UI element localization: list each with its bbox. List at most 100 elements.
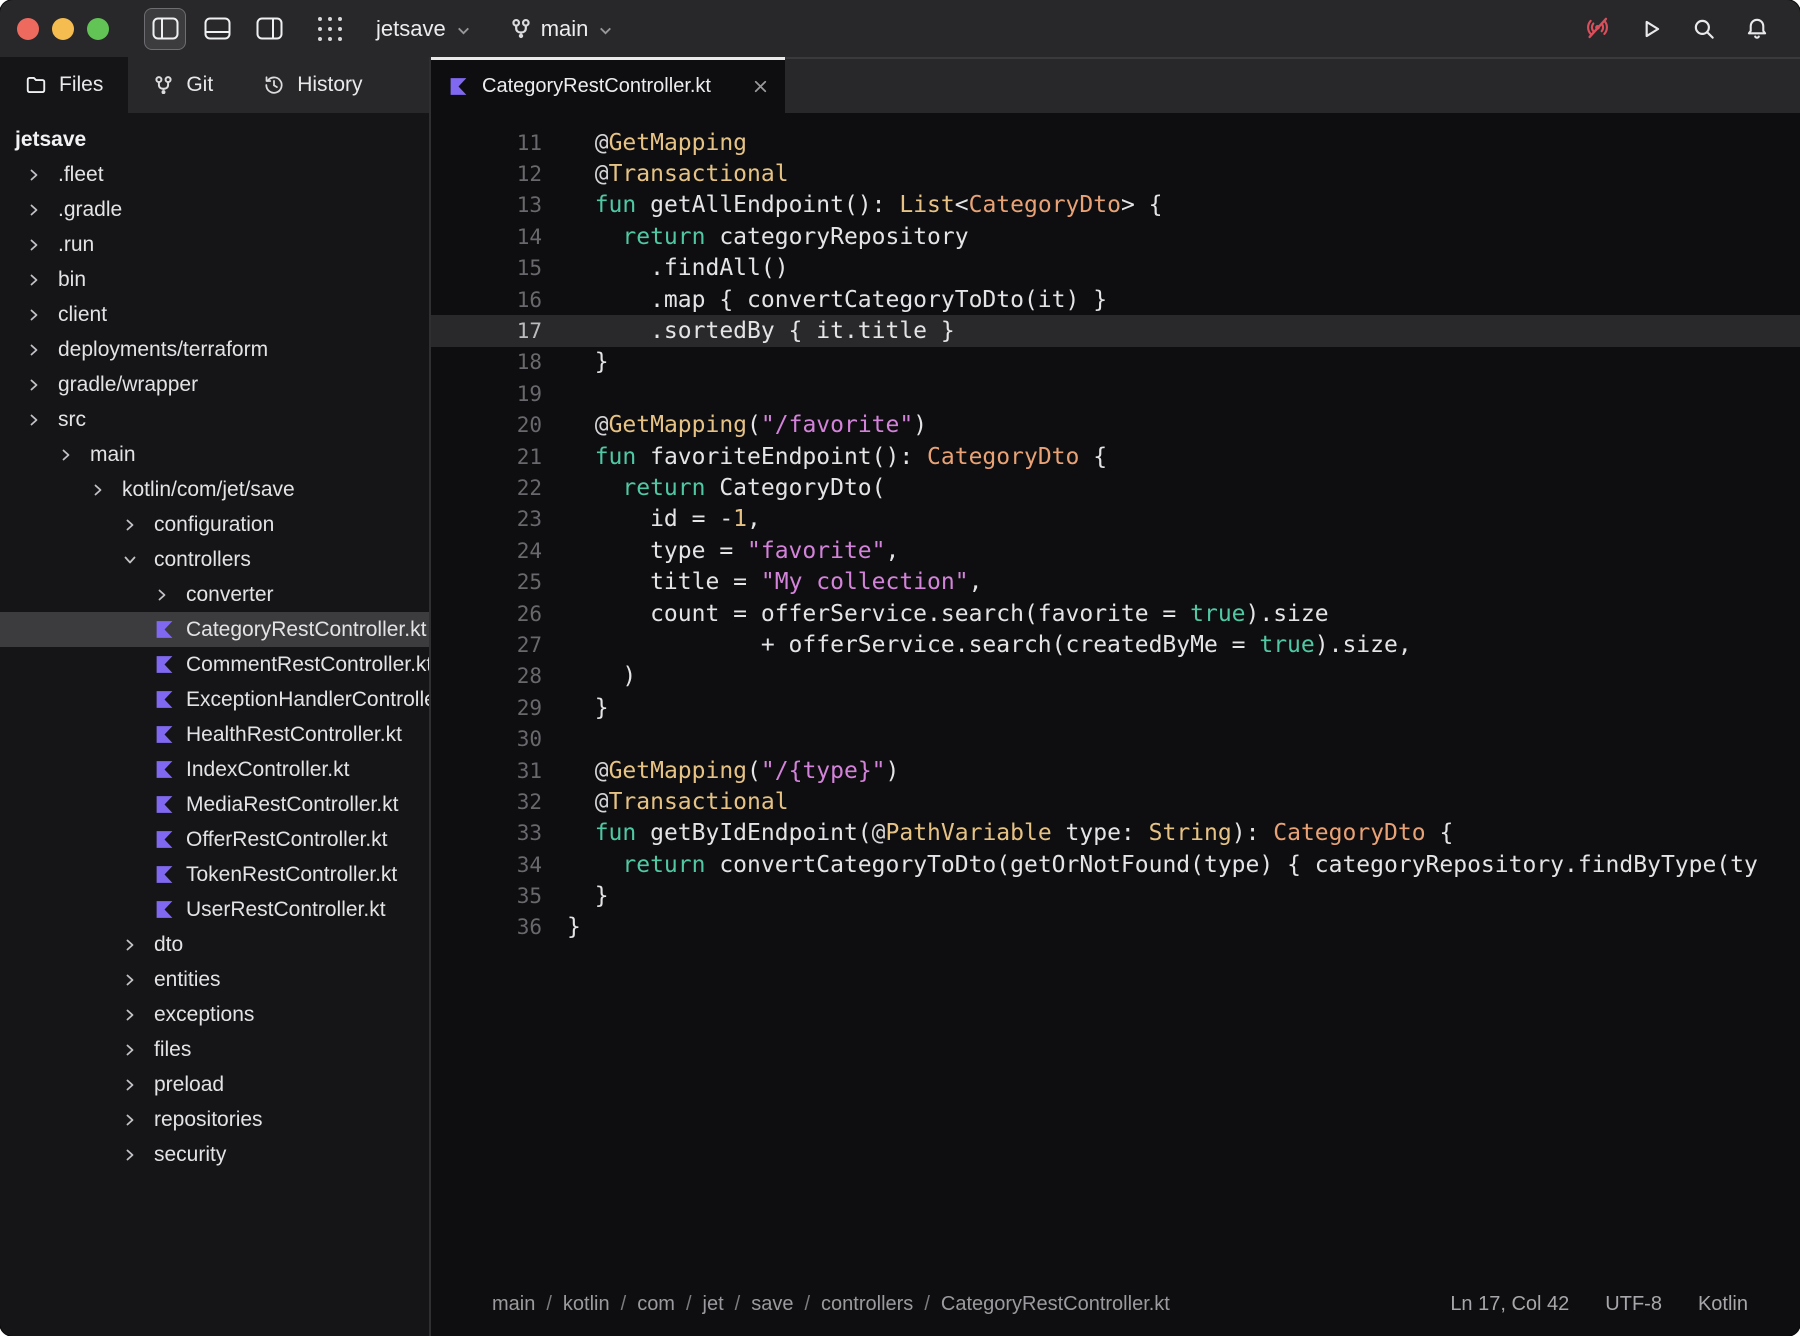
code-line-24[interactable]: 24 type = "favorite", (431, 535, 1800, 566)
editor-tab[interactable]: CategoryRestController.kt (431, 57, 785, 113)
chevron-collapsed-icon[interactable] (26, 342, 42, 358)
tree-file-exceptionhandlercontroller-kt[interactable]: ExceptionHandlerController.kt (0, 682, 429, 717)
chevron-collapsed-icon[interactable] (26, 202, 42, 218)
chevron-collapsed-icon[interactable] (90, 482, 106, 498)
tree-item-gradle-wrapper[interactable]: gradle/wrapper (0, 367, 429, 402)
chevron-collapsed-icon[interactable] (122, 517, 138, 533)
code-line-16[interactable]: 16 .map { convertCategoryToDto(it) } (431, 284, 1800, 315)
breadcrumb-segment[interactable]: main (492, 1293, 535, 1316)
breadcrumb-segment[interactable]: controllers (821, 1293, 913, 1316)
tree-item-main[interactable]: main (0, 437, 429, 472)
project-selector[interactable]: jetsave (376, 16, 472, 42)
breadcrumb-segment[interactable]: com (637, 1293, 675, 1316)
chevron-collapsed-icon[interactable] (58, 447, 74, 463)
code-line-17[interactable]: 17 .sortedBy { it.title } (431, 315, 1800, 347)
tree-item-controllers[interactable]: controllers (0, 542, 429, 577)
tree-item-entities[interactable]: entities (0, 962, 429, 997)
code-line-20[interactable]: 20 @GetMapping("/favorite") (431, 410, 1800, 441)
code-line-21[interactable]: 21 fun favoriteEndpoint(): CategoryDto { (431, 441, 1800, 472)
file-language[interactable]: Kotlin (1698, 1293, 1748, 1316)
run-icon[interactable] (1638, 16, 1664, 42)
code-line-31[interactable]: 31 @GetMapping("/{type}") (431, 755, 1800, 786)
breadcrumb-segment[interactable]: jet (703, 1293, 724, 1316)
file-encoding[interactable]: UTF-8 (1605, 1293, 1662, 1316)
chevron-expanded-icon[interactable] (122, 552, 138, 568)
caret-position[interactable]: Ln 17, Col 42 (1450, 1293, 1569, 1316)
window-minimize-button[interactable] (52, 17, 74, 40)
code-line-22[interactable]: 22 return CategoryDto( (431, 472, 1800, 503)
chevron-collapsed-icon[interactable] (122, 1112, 138, 1128)
code-line-32[interactable]: 32 @Transactional (431, 786, 1800, 817)
breadcrumb-segment[interactable]: kotlin (563, 1293, 610, 1316)
code-line-12[interactable]: 12 @Transactional (431, 158, 1800, 189)
chevron-collapsed-icon[interactable] (122, 1147, 138, 1163)
tree-file-indexcontroller-kt[interactable]: IndexController.kt (0, 752, 429, 787)
breadcrumb-segment[interactable]: CategoryRestController.kt (941, 1293, 1170, 1316)
close-icon[interactable] (752, 78, 769, 95)
tree-file-mediarestcontroller-kt[interactable]: MediaRestController.kt (0, 787, 429, 822)
code-line-28[interactable]: 28 ) (431, 661, 1800, 692)
search-icon[interactable] (1691, 16, 1717, 42)
tree-item--run[interactable]: .run (0, 227, 429, 262)
chevron-collapsed-icon[interactable] (122, 972, 138, 988)
code-line-11[interactable]: 11 @GetMapping (431, 127, 1800, 158)
code-line-13[interactable]: 13 fun getAllEndpoint(): List<CategoryDt… (431, 190, 1800, 221)
code-line-35[interactable]: 35 } (431, 880, 1800, 911)
broadcast-off-icon[interactable] (1584, 15, 1611, 42)
tree-item--gradle[interactable]: .gradle (0, 192, 429, 227)
tree-item-security[interactable]: security (0, 1137, 429, 1172)
code-line-15[interactable]: 15 .findAll() (431, 253, 1800, 284)
tree-file-offerrestcontroller-kt[interactable]: OfferRestController.kt (0, 822, 429, 857)
chevron-collapsed-icon[interactable] (26, 237, 42, 253)
breadcrumb[interactable]: main / kotlin / com / jet / save / controllers / Cat… (492, 1293, 1170, 1316)
tree-item-deployments-terraform[interactable]: deployments/terraform (0, 332, 429, 367)
chevron-collapsed-icon[interactable] (122, 1007, 138, 1023)
code-editor[interactable]: 11 @GetMapping 12 @Transactional 13 fun ge… (431, 113, 1800, 1272)
chevron-collapsed-icon[interactable] (26, 167, 42, 183)
tree-file-commentrestcontroller-kt[interactable]: CommentRestController.kt (0, 647, 429, 682)
tree-item-src[interactable]: src (0, 402, 429, 437)
tab-files[interactable]: Files (0, 57, 129, 113)
code-line-19[interactable]: 19 (431, 378, 1800, 409)
code-line-29[interactable]: 29 } (431, 692, 1800, 723)
code-line-30[interactable]: 30 (431, 723, 1800, 754)
code-line-18[interactable]: 18 } (431, 347, 1800, 378)
tree-item--fleet[interactable]: .fleet (0, 157, 429, 192)
toggle-right-panel-button[interactable] (248, 8, 290, 50)
tree-file-healthrestcontroller-kt[interactable]: HealthRestController.kt (0, 717, 429, 752)
tab-history[interactable]: History (238, 57, 387, 113)
tree-item-kotlin-com-jet-save[interactable]: kotlin/com/jet/save (0, 472, 429, 507)
code-line-36[interactable]: 36} (431, 912, 1800, 943)
toggle-bottom-panel-button[interactable] (196, 8, 238, 50)
code-line-14[interactable]: 14 return categoryRepository (431, 221, 1800, 252)
bell-icon[interactable] (1744, 16, 1770, 42)
toggle-left-panel-button[interactable] (144, 7, 186, 50)
tree-file-categoryrestcontroller-kt[interactable]: CategoryRestController.kt (0, 612, 429, 647)
tree-file-tokenrestcontroller-kt[interactable]: TokenRestController.kt (0, 857, 429, 892)
tab-git[interactable]: Git (128, 57, 238, 113)
code-line-25[interactable]: 25 title = "My collection", (431, 566, 1800, 597)
tree-item-dto[interactable]: dto (0, 927, 429, 962)
chevron-collapsed-icon[interactable] (26, 307, 42, 323)
code-line-27[interactable]: 27 + offerService.search(createdByMe = t… (431, 629, 1800, 660)
chevron-collapsed-icon[interactable] (26, 272, 42, 288)
chevron-collapsed-icon[interactable] (122, 937, 138, 953)
code-line-34[interactable]: 34 return convertCategoryToDto(getOrNotF… (431, 849, 1800, 880)
tree-item-client[interactable]: client (0, 297, 429, 332)
breadcrumb-segment[interactable]: save (751, 1293, 793, 1316)
tree-file-userrestcontroller-kt[interactable]: UserRestController.kt (0, 892, 429, 927)
tree-item-jetsave[interactable]: jetsave (0, 122, 429, 157)
chevron-collapsed-icon[interactable] (122, 1042, 138, 1058)
code-line-23[interactable]: 23 id = -1, (431, 504, 1800, 535)
code-line-26[interactable]: 26 count = offerService.search(favorite … (431, 598, 1800, 629)
tree-item-converter[interactable]: converter (0, 577, 429, 612)
window-close-button[interactable] (17, 17, 39, 40)
tree-item-bin[interactable]: bin (0, 262, 429, 297)
code-line-33[interactable]: 33 fun getByIdEndpoint(@PathVariable typ… (431, 818, 1800, 849)
chevron-collapsed-icon[interactable] (26, 412, 42, 428)
workspaces-grid-icon[interactable] (310, 9, 350, 49)
tree-item-exceptions[interactable]: exceptions (0, 997, 429, 1032)
branch-selector[interactable]: main (510, 16, 615, 42)
window-maximize-button[interactable] (87, 17, 109, 40)
tree-item-repositories[interactable]: repositories (0, 1102, 429, 1137)
